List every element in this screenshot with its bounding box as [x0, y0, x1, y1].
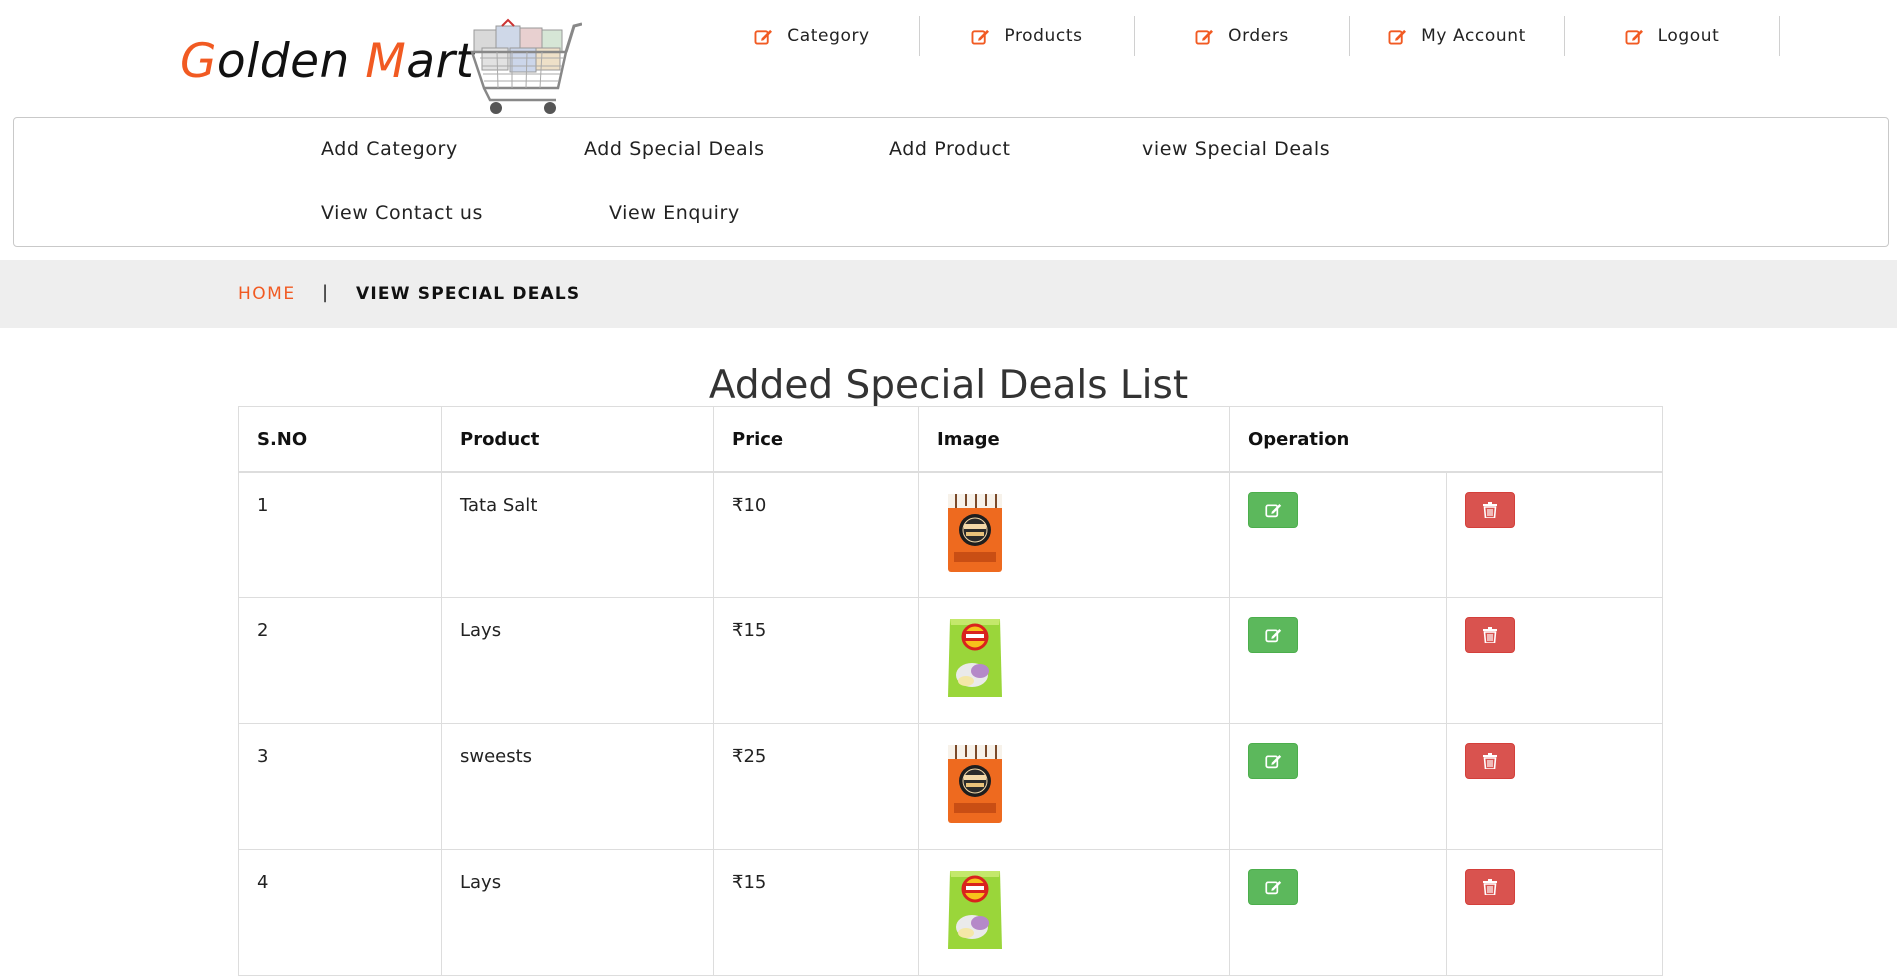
delete-button[interactable] [1464, 743, 1515, 779]
nav-products[interactable]: Products [920, 16, 1135, 56]
breadcrumb-home[interactable]: HOME [238, 284, 296, 304]
cell-delete [1445, 849, 1663, 976]
breadcrumb-current: VIEW SPECIAL DEALS [356, 284, 581, 304]
page-title: Added Special Deals List [708, 363, 1189, 408]
cell-sno: 2 [238, 597, 442, 724]
edit-button[interactable] [1248, 617, 1298, 653]
tata-salt-image [948, 745, 1002, 823]
edit-icon [1264, 503, 1281, 517]
cell-product: Lays [441, 597, 714, 724]
brand-name: Golden Mart [180, 34, 475, 89]
shopping-cart-icon [470, 18, 582, 114]
cell-edit [1229, 849, 1447, 976]
delete-button[interactable] [1464, 869, 1515, 905]
cell-image [918, 471, 1230, 598]
cell-price: ₹25 [713, 723, 919, 850]
cell-sno: 4 [238, 849, 442, 976]
breadcrumb: HOME | VIEW SPECIAL DEALS [0, 260, 1897, 328]
nav-orders-label: Orders [1228, 26, 1289, 46]
cell-delete [1445, 471, 1663, 598]
cell-sno: 3 [238, 723, 442, 850]
breadcrumb-separator: | [322, 282, 329, 303]
cell-edit [1229, 723, 1447, 850]
cell-product: sweests [441, 723, 714, 850]
trash-icon [1482, 627, 1497, 643]
table-row: 3 sweests ₹25 [238, 723, 1663, 850]
cell-image [918, 597, 1230, 724]
cell-price: ₹10 [713, 471, 919, 598]
link-view-special-deals[interactable]: view Special Deals [1142, 138, 1330, 160]
nav-orders[interactable]: Orders [1135, 16, 1350, 56]
nav-products-label: Products [1004, 26, 1083, 46]
cell-image [918, 849, 1230, 976]
trash-icon [1482, 501, 1497, 518]
edit-button[interactable] [1248, 743, 1298, 779]
cell-product: Tata Salt [441, 471, 714, 598]
cell-product: Lays [441, 849, 714, 976]
link-add-category[interactable]: Add Category [321, 138, 458, 160]
link-add-special-deals[interactable]: Add Special Deals [584, 138, 765, 160]
top-navigation: Category Products Orders My Account Logo… [705, 16, 1780, 56]
cell-delete [1445, 723, 1663, 850]
cell-edit [1229, 471, 1447, 598]
nav-category[interactable]: Category [705, 16, 920, 56]
edit-icon [1264, 881, 1281, 895]
tata-salt-image [948, 493, 1002, 572]
lays-image [948, 871, 1002, 949]
link-view-enquiry[interactable]: View Enquiry [609, 202, 740, 224]
cell-image [918, 723, 1230, 850]
delete-button[interactable] [1464, 617, 1515, 653]
cell-sno: 1 [238, 471, 442, 598]
special-deals-table: S.NO Product Price Image Operation 1 Tat… [238, 406, 1663, 976]
nav-category-label: Category [787, 26, 870, 46]
brand-logo[interactable]: Golden Mart [180, 18, 600, 120]
cell-price: ₹15 [713, 597, 919, 724]
cell-edit [1229, 597, 1447, 724]
header-image: Image [918, 406, 1230, 473]
header-product: Product [441, 406, 714, 473]
edit-icon [971, 29, 990, 45]
header-sno: S.NO [238, 406, 442, 473]
edit-icon [754, 29, 773, 45]
header-price: Price [713, 406, 919, 473]
table-row: 1 Tata Salt ₹10 [238, 471, 1663, 598]
link-add-product[interactable]: Add Product [889, 138, 1011, 160]
edit-button[interactable] [1248, 491, 1298, 528]
edit-icon [1625, 29, 1643, 45]
admin-submenu: Add Category Add Special Deals Add Produ… [13, 117, 1889, 247]
trash-icon [1482, 753, 1497, 769]
table-header-row: S.NO Product Price Image Operation [238, 406, 1663, 473]
delete-button[interactable] [1464, 491, 1515, 528]
link-view-contact-us[interactable]: View Contact us [321, 202, 483, 224]
table-row: 4 Lays ₹15 [238, 849, 1663, 976]
edit-icon [1264, 755, 1281, 769]
nav-my-account-label: My Account [1421, 26, 1526, 46]
cell-delete [1445, 597, 1663, 724]
header-operation: Operation [1229, 406, 1663, 473]
edit-icon [1195, 29, 1214, 45]
table-row: 2 Lays ₹15 [238, 597, 1663, 724]
edit-icon [1388, 29, 1407, 45]
edit-icon [1264, 629, 1281, 643]
nav-logout[interactable]: Logout [1565, 16, 1780, 56]
lays-image [948, 619, 1002, 697]
trash-icon [1482, 879, 1497, 895]
nav-logout-label: Logout [1657, 26, 1720, 46]
nav-my-account[interactable]: My Account [1350, 16, 1565, 56]
edit-button[interactable] [1248, 869, 1298, 905]
cell-price: ₹15 [713, 849, 919, 976]
